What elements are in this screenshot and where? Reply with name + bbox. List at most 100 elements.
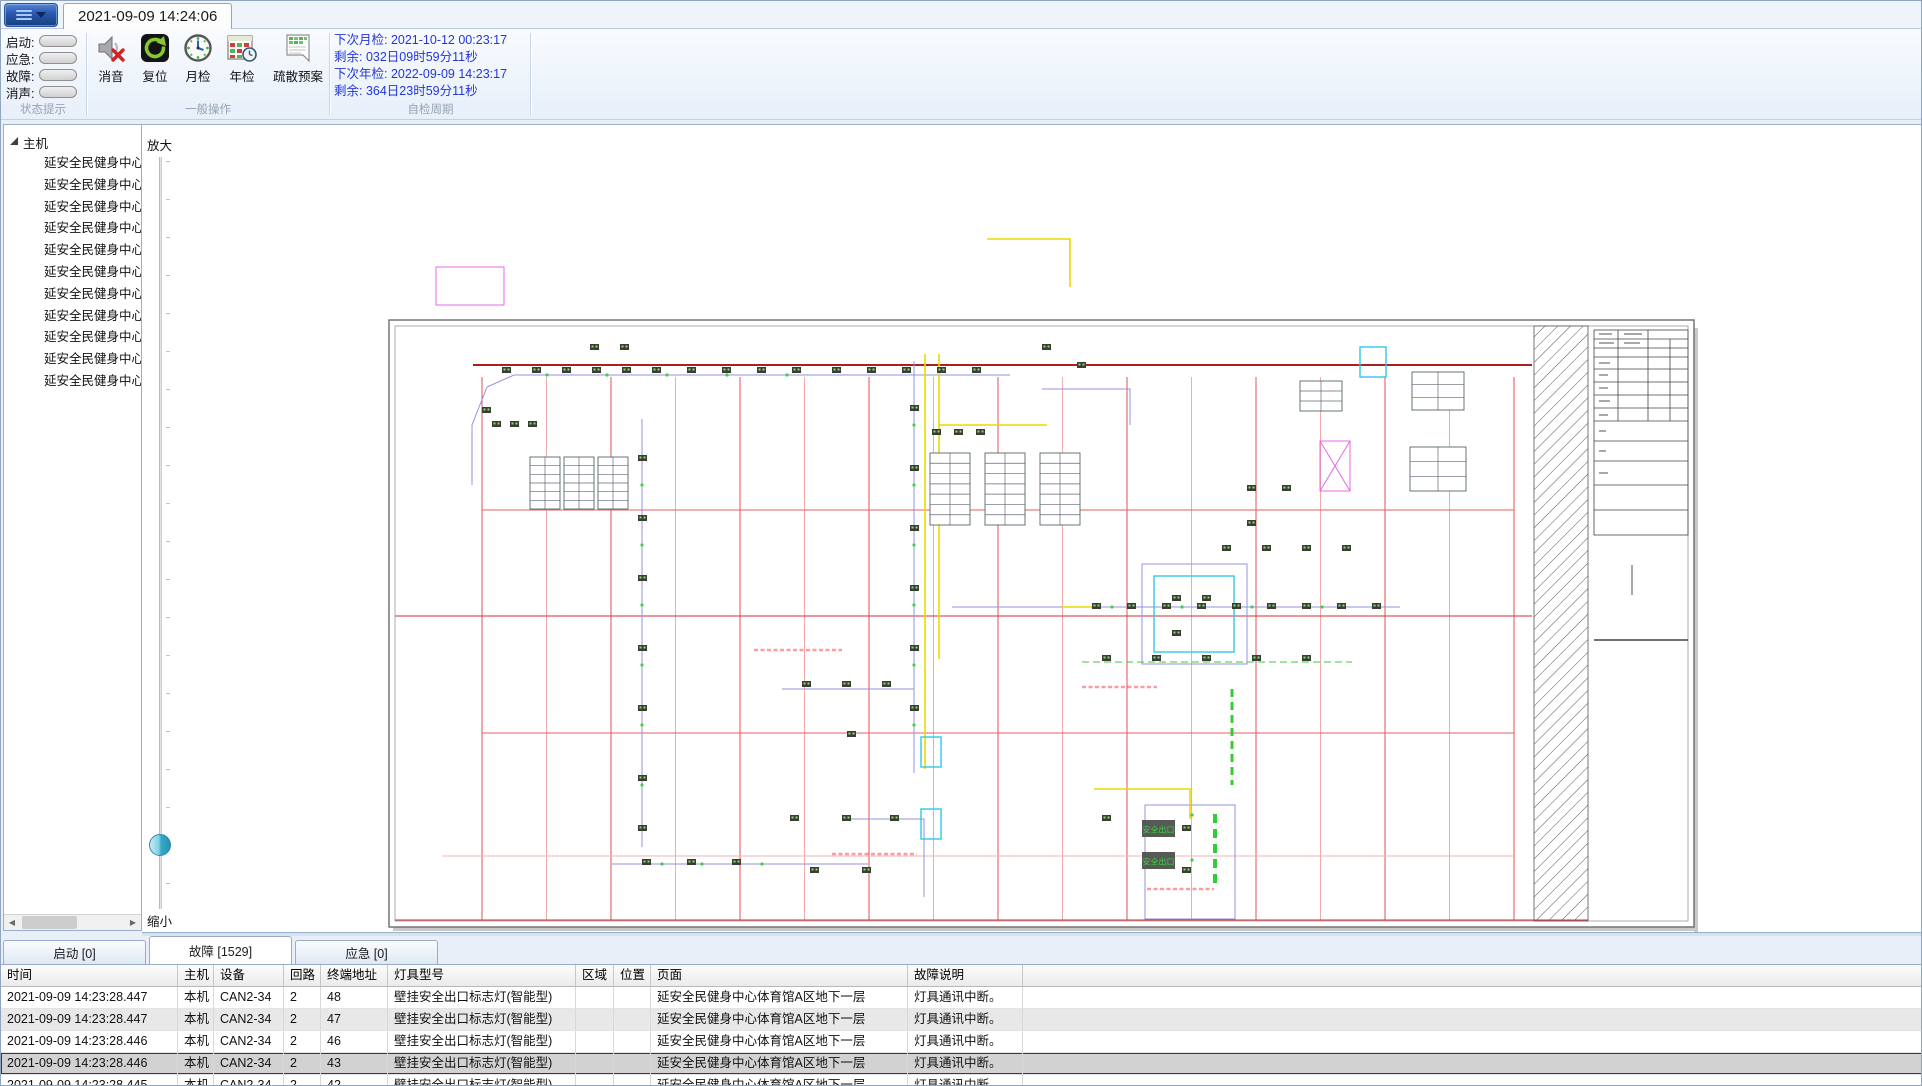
slider-tick bbox=[166, 503, 170, 504]
column-header-0[interactable]: 时间 bbox=[1, 965, 178, 986]
annual-remaining-text: 剩余: 364日23时59分11秒 bbox=[334, 83, 507, 100]
tree-item-building-3[interactable]: 延安全民健身中心 bbox=[4, 218, 141, 240]
tab-emergency-events[interactable]: 应急 [0] bbox=[295, 940, 438, 964]
monthly-check-button[interactable]: 月检 bbox=[183, 33, 213, 85]
status-indicator-fault bbox=[39, 69, 77, 81]
selfcheck-group-label: 自检周期 bbox=[332, 101, 529, 117]
cell: 本机 bbox=[178, 1075, 214, 1086]
cell: 本机 bbox=[178, 1031, 214, 1052]
cell: 47 bbox=[321, 1009, 388, 1030]
tree-root-label: 主机 bbox=[23, 133, 48, 152]
scrollbar-thumb[interactable] bbox=[22, 916, 77, 929]
tree-item-building-8[interactable]: 延安全民健身中心 bbox=[4, 327, 141, 349]
floorplan-canvas[interactable]: 放大 缩小 bbox=[142, 124, 1922, 933]
tree-item-building-2[interactable]: 延安全民健身中心 bbox=[4, 197, 141, 219]
mute-button[interactable]: 消音 bbox=[96, 33, 126, 85]
zoom-slider-handle[interactable] bbox=[149, 834, 171, 856]
column-header-3[interactable]: 回路 bbox=[284, 965, 321, 986]
cell: 本机 bbox=[178, 1009, 214, 1030]
slider-tick bbox=[166, 161, 170, 162]
column-header-2[interactable]: 设备 bbox=[214, 965, 284, 986]
tree-item-building-6[interactable]: 延安全民健身中心 bbox=[4, 284, 141, 306]
fault-row[interactable]: 2021-09-09 14:23:28.445本机CAN2-34242壁挂安全出… bbox=[1, 1075, 1922, 1086]
column-header-9[interactable]: 故障说明 bbox=[908, 965, 1023, 986]
cell bbox=[614, 987, 651, 1008]
tree-root-host[interactable]: 主机 bbox=[10, 133, 48, 151]
tree-expand-icon[interactable] bbox=[10, 137, 18, 145]
menu-dropdown-arrow-icon bbox=[36, 12, 46, 18]
cell: 灯具通讯中断。 bbox=[908, 1075, 1023, 1086]
monthly-check-clock-icon bbox=[183, 33, 213, 63]
cell: 灯具通讯中断。 bbox=[908, 1009, 1023, 1030]
cell: 本机 bbox=[178, 987, 214, 1008]
slider-tick bbox=[166, 579, 170, 580]
cell: 43 bbox=[321, 1053, 388, 1074]
slider-tick bbox=[166, 693, 170, 694]
cell: CAN2-34 bbox=[214, 987, 284, 1008]
slider-tick bbox=[166, 313, 170, 314]
column-header-7[interactable]: 位置 bbox=[614, 965, 651, 986]
slider-tick bbox=[166, 389, 170, 390]
column-header-5[interactable]: 灯具型号 bbox=[388, 965, 576, 986]
cell bbox=[614, 1075, 651, 1086]
top-tab-bar: 2021-09-09 14:24:06 bbox=[1, 1, 1922, 29]
cell: 2 bbox=[284, 1053, 321, 1074]
tree-item-building-5[interactable]: 延安全民健身中心 bbox=[4, 262, 141, 284]
main-menu-button[interactable] bbox=[4, 3, 58, 27]
fault-row[interactable]: 2021-09-09 14:23:28.447本机CAN2-34247壁挂安全出… bbox=[1, 1009, 1922, 1031]
status-label: 消声: bbox=[6, 83, 39, 102]
fault-row[interactable]: 2021-09-09 14:23:28.447本机CAN2-34248壁挂安全出… bbox=[1, 987, 1922, 1009]
column-header-1[interactable]: 主机 bbox=[178, 965, 214, 986]
tree-item-building-0[interactable]: 延安全民健身中心 bbox=[4, 153, 141, 175]
dock-tab-strip: 启动 [0] 故障 [1529] 应急 [0] bbox=[3, 936, 441, 964]
evacuation-plan-button[interactable]: 疏散预案 bbox=[273, 33, 323, 85]
zoom-in-label[interactable]: 放大 bbox=[147, 135, 172, 154]
tree-item-building-4[interactable]: 延安全民健身中心 bbox=[4, 240, 141, 262]
cell: 延安全民健身中心体育馆A区地下一层 bbox=[651, 1031, 908, 1052]
tab-start-events[interactable]: 启动 [0] bbox=[3, 940, 146, 964]
status-row-fault: 故障: bbox=[6, 68, 77, 82]
cell: 2 bbox=[284, 1031, 321, 1052]
cell bbox=[576, 987, 614, 1008]
column-header-6[interactable]: 区域 bbox=[576, 965, 614, 986]
scrollbar-track[interactable] bbox=[20, 915, 125, 930]
cell: 延安全民健身中心体育馆A区地下一层 bbox=[651, 987, 908, 1008]
actions-group-label: 一般操作 bbox=[89, 101, 327, 117]
slider-tick bbox=[166, 275, 170, 276]
cell bbox=[576, 1031, 614, 1052]
tree-item-building-1[interactable]: 延安全民健身中心 bbox=[4, 175, 141, 197]
cell: 壁挂安全出口标志灯(智能型) bbox=[388, 1075, 576, 1086]
tree-item-building-10[interactable]: 延安全民健身中心 bbox=[4, 371, 141, 393]
tree-item-building-9[interactable]: 延安全民健身中心 bbox=[4, 349, 141, 371]
status-indicator-emergency bbox=[39, 52, 77, 64]
slider-tick bbox=[166, 731, 170, 732]
selfcheck-group: 下次月检: 2021-10-12 00:23:17 剩余: 032日09时59分… bbox=[334, 32, 507, 100]
zoom-slider-track[interactable] bbox=[159, 157, 162, 909]
slider-tick bbox=[166, 883, 170, 884]
tree-item-building-7[interactable]: 延安全民健身中心 bbox=[4, 306, 141, 328]
exit-sign: 安全出口 bbox=[1142, 852, 1175, 869]
main-area: 主机 延安全民健身中心延安全民健身中心延安全民健身中心延安全民健身中心延安全民健… bbox=[1, 120, 1922, 936]
exit-sign: 安全出口 bbox=[1142, 820, 1175, 837]
slider-tick bbox=[166, 769, 170, 770]
zoom-out-label[interactable]: 缩小 bbox=[147, 911, 172, 930]
scroll-left-arrow-icon[interactable]: ◀ bbox=[4, 915, 20, 930]
column-header-4[interactable]: 终端地址 bbox=[321, 965, 388, 986]
slider-tick bbox=[166, 465, 170, 466]
reset-icon bbox=[140, 33, 170, 63]
fault-row[interactable]: 2021-09-09 14:23:28.446本机CAN2-34243壁挂安全出… bbox=[1, 1053, 1922, 1075]
cell: 灯具通讯中断。 bbox=[908, 1053, 1023, 1074]
tree-horizontal-scrollbar[interactable]: ◀ ▶ bbox=[4, 914, 141, 930]
cell: 42 bbox=[321, 1075, 388, 1086]
cell bbox=[614, 1031, 651, 1052]
cell bbox=[576, 1009, 614, 1030]
tab-fault-events[interactable]: 故障 [1529] bbox=[149, 936, 292, 964]
status-group-label: 状态提示 bbox=[1, 101, 85, 117]
fault-row[interactable]: 2021-09-09 14:23:28.446本机CAN2-34246壁挂安全出… bbox=[1, 1031, 1922, 1053]
reset-button[interactable]: 复位 bbox=[140, 33, 170, 85]
annual-check-button[interactable]: 年检 bbox=[227, 33, 257, 85]
cell: 延安全民健身中心体育馆A区地下一层 bbox=[651, 1075, 908, 1086]
document-tab[interactable]: 2021-09-09 14:24:06 bbox=[63, 3, 232, 29]
column-header-8[interactable]: 页面 bbox=[651, 965, 908, 986]
scroll-right-arrow-icon[interactable]: ▶ bbox=[125, 915, 141, 930]
